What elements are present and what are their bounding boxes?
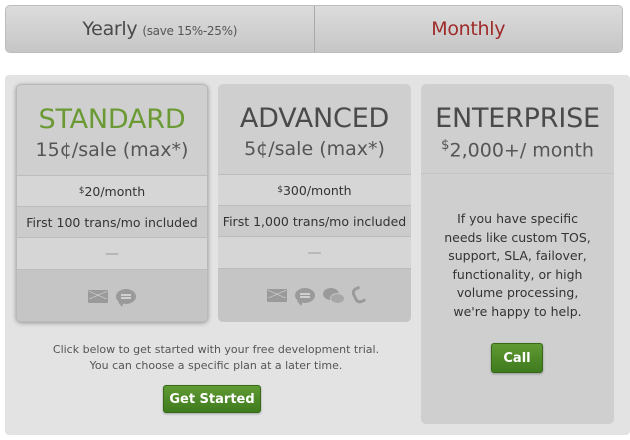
yearly-savings-note: (save 15%-25%) — [142, 23, 238, 38]
plan-header: ENTERPRISE $2,000+/ month — [421, 84, 614, 174]
call-button[interactable]: Call — [491, 343, 543, 373]
trial-note-line-1: Click below to get started with your fre… — [52, 343, 380, 356]
plan-support-icons — [17, 269, 207, 321]
plan-header: ADVANCED 5¢/sale (max*) — [218, 84, 411, 174]
plan-header: STANDARD 15¢/sale (max*) — [17, 85, 207, 175]
pricing-panel: STANDARD 15¢/sale (max*) $20/month First… — [5, 75, 630, 435]
rate-amount: 2,000+/ month — [449, 139, 594, 162]
plan-advanced[interactable]: ADVANCED 5¢/sale (max*) $300/month First… — [218, 84, 411, 322]
email-icon — [266, 289, 287, 302]
currency-symbol: $ — [441, 138, 450, 153]
fee-amount: 20/month — [84, 183, 146, 199]
plan-name: ADVANCED — [239, 103, 390, 134]
monthly-label: Monthly — [431, 18, 506, 40]
plan-extra: — — [17, 237, 207, 269]
plan-standard[interactable]: STANDARD 15¢/sale (max*) $20/month First… — [16, 84, 208, 322]
trial-note: Click below to get started with your fre… — [16, 342, 416, 374]
plan-included-transactions: First 100 trans/mo included — [17, 206, 207, 237]
email-icon — [88, 290, 108, 303]
plan-monthly-fee: $300/month — [218, 174, 411, 205]
yearly-option[interactable]: Yearly (save 15%-25%) — [6, 6, 315, 52]
forum-icon — [322, 287, 345, 304]
plan-extra: — — [218, 236, 411, 268]
plan-rate: 5¢/sale (max*) — [244, 138, 385, 160]
plan-support-icons — [218, 268, 411, 322]
plan-enterprise[interactable]: ENTERPRISE $2,000+/ month If you have sp… — [421, 84, 614, 424]
monthly-option[interactable]: Monthly — [315, 6, 623, 52]
yearly-label: Yearly — [82, 18, 138, 40]
plan-monthly-fee: $20/month — [17, 175, 207, 206]
fee-amount: 300/month — [282, 182, 352, 198]
chat-icon — [116, 289, 136, 307]
plan-description: If you have specific needs like custom T… — [444, 211, 591, 319]
trial-note-line-2: You can choose a specific plan at a late… — [89, 359, 343, 372]
plan-rate: 15¢/sale (max*) — [35, 139, 189, 161]
billing-toggle: Yearly (save 15%-25%) Monthly — [5, 5, 623, 53]
plan-name: STANDARD — [38, 104, 186, 135]
chat-icon — [294, 288, 315, 306]
plan-name: ENTERPRISE — [435, 103, 600, 134]
get-started-button[interactable]: Get Started — [163, 385, 261, 413]
phone-icon — [349, 285, 366, 306]
plan-included-transactions: First 1,000 trans/mo included — [218, 205, 411, 236]
plan-rate: $2,000+/ month — [421, 138, 614, 161]
